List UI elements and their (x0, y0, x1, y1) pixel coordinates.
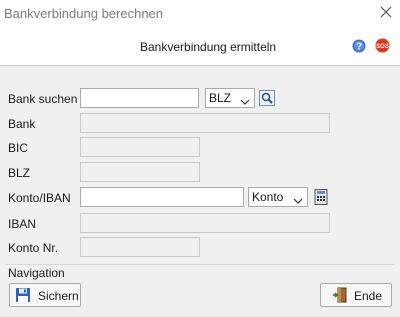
bank-search-input[interactable] (80, 88, 199, 108)
blz-label: BLZ (8, 166, 31, 180)
search-icon[interactable] (259, 90, 275, 106)
konto-iban-label: Konto/IBAN (8, 191, 71, 205)
svg-text:SOS: SOS (376, 44, 389, 50)
window-titlebar: Bankverbindung berechnen (0, 0, 400, 27)
chevron-down-icon (240, 95, 250, 105)
iban-label: IBAN (8, 217, 37, 231)
konto-iban-input[interactable] (80, 187, 244, 207)
search-mode-value: BLZ (209, 91, 232, 105)
svg-text:?: ? (356, 42, 362, 53)
iban-field[interactable] (80, 213, 330, 233)
navigation-divider (6, 264, 394, 265)
window-title: Bankverbindung berechnen (4, 6, 164, 21)
navigation-label: Navigation (8, 266, 65, 280)
konto-nr-label: Konto Nr. (8, 241, 59, 255)
konto-mode-value: Konto (252, 190, 284, 204)
bank-suchen-label: Bank suchen (8, 92, 78, 106)
bic-label: BIC (8, 141, 29, 155)
save-button[interactable]: Sichern (9, 283, 81, 307)
end-button[interactable]: Ende (320, 283, 392, 307)
sos-icon[interactable]: SOS (375, 38, 390, 53)
dialog-header: Bankverbindung ermitteln ? SOS (0, 27, 400, 66)
chevron-down-icon (293, 194, 303, 204)
close-icon[interactable] (378, 4, 394, 20)
blz-field[interactable] (80, 162, 200, 182)
save-icon (15, 287, 31, 303)
konto-nr-field[interactable] (80, 237, 200, 257)
end-button-label: Ende (354, 289, 383, 303)
calculator-icon[interactable] (313, 189, 329, 205)
bank-label: Bank (8, 117, 36, 131)
help-icon[interactable]: ? (352, 39, 366, 53)
search-mode-select[interactable]: BLZ (205, 88, 255, 108)
konto-mode-select[interactable]: Konto (248, 187, 308, 207)
exit-door-icon (332, 287, 348, 303)
bank-field[interactable] (80, 113, 330, 133)
dialog-title: Bankverbindung ermitteln (140, 40, 277, 54)
save-button-label: Sichern (38, 289, 79, 303)
bic-field[interactable] (80, 137, 200, 157)
form-area: Bank suchen BLZ Bank BIC BLZ Konto/IBAN … (0, 67, 400, 317)
